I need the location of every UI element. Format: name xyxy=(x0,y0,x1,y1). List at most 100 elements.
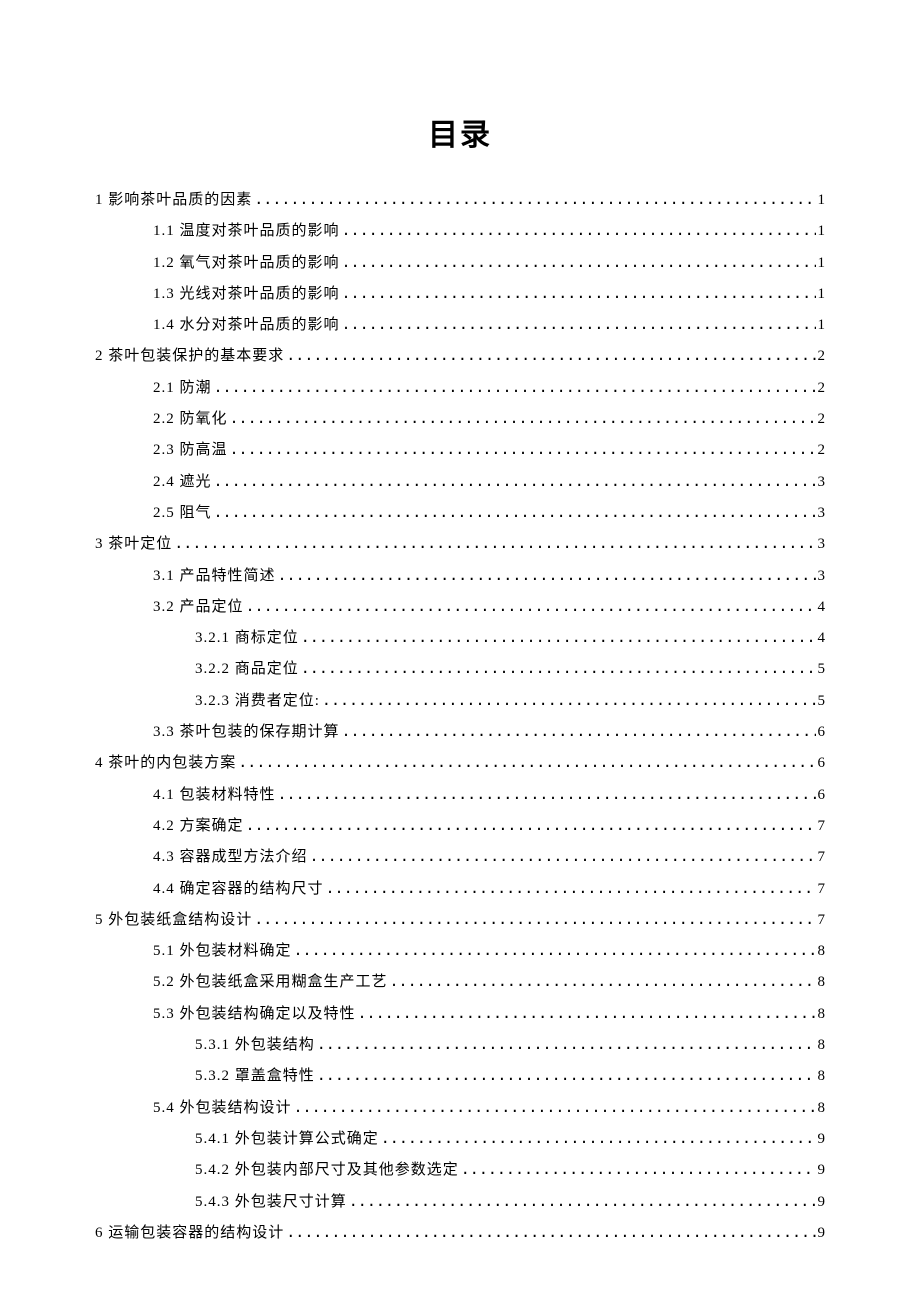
toc-entry-label: 1.4 水分对茶叶品质的影响 xyxy=(153,310,340,340)
toc-entry-label: 5.3 外包装结构确定以及特性 xyxy=(153,999,356,1029)
toc-entry-page: 3 xyxy=(818,529,826,559)
toc-entry: 3.3 茶叶包装的保存期计算6 xyxy=(95,716,825,747)
toc-entry-leader xyxy=(278,779,816,809)
toc-entry: 5.3.2 罩盖盒特性 8 xyxy=(95,1060,825,1091)
toc-entry-page: 9 xyxy=(818,1124,826,1154)
toc-entry-page: 8 xyxy=(818,1093,826,1123)
toc-entry-label: 4 茶叶的内包装方案 xyxy=(95,748,236,778)
toc-entry: 5.3 外包装结构确定以及特性 8 xyxy=(95,998,825,1029)
toc-entry-page: 1 xyxy=(818,310,826,340)
toc-entry: 5.4.2 外包装内部尺寸及其他参数选定 9 xyxy=(95,1154,825,1185)
toc-entry-label: 5.2 外包装纸盒采用糊盒生产工艺 xyxy=(153,967,388,997)
toc-entry-page: 2 xyxy=(818,404,826,434)
toc-entry-page: 8 xyxy=(818,1030,826,1060)
toc-entry: 2.2 防氧化2 xyxy=(95,403,825,434)
toc-entry-leader xyxy=(294,935,816,965)
toc-entry-leader xyxy=(230,403,816,433)
toc-entry-leader xyxy=(246,810,816,840)
toc-entry-label: 5.1 外包装材料确定 xyxy=(153,936,292,966)
toc-entry-leader xyxy=(322,685,816,715)
toc-entry: 2.4 遮光3 xyxy=(95,466,825,497)
toc-entry-leader xyxy=(174,528,815,558)
toc-entry-page: 2 xyxy=(818,373,826,403)
toc-entry-leader xyxy=(230,434,816,464)
toc-entry-page: 4 xyxy=(818,592,826,622)
toc-entry-leader xyxy=(294,1092,816,1122)
toc-entry-label: 3 茶叶定位 xyxy=(95,529,172,559)
toc-entry: 1 影响茶叶品质的因素1 xyxy=(95,184,825,215)
toc-entry-leader xyxy=(286,340,815,370)
toc-entry-page: 9 xyxy=(818,1187,826,1217)
toc-entry-page: 3 xyxy=(818,561,826,591)
toc-entry-leader xyxy=(254,904,815,934)
toc-entry: 1.1 温度对茶叶品质的影响 1 xyxy=(95,215,825,246)
toc-entry-label: 1.3 光线对茶叶品质的影响 xyxy=(153,279,340,309)
toc-entry-leader xyxy=(342,215,816,245)
toc-entry-page: 1 xyxy=(818,248,826,278)
toc-entry-leader xyxy=(286,1217,815,1247)
toc-entry-leader xyxy=(317,1029,816,1059)
toc-entry: 3.2 产品定位4 xyxy=(95,591,825,622)
toc-entry-leader xyxy=(349,1186,816,1216)
toc-entry: 4.1 包装材料特性 6 xyxy=(95,779,825,810)
toc-entry: 4.3 容器成型方法介绍7 xyxy=(95,841,825,872)
toc-entry-leader xyxy=(214,497,816,527)
toc-entry-page: 3 xyxy=(818,498,826,528)
toc-entry-label: 1.1 温度对茶叶品质的影响 xyxy=(153,216,340,246)
toc-entry-label: 5.3.1 外包装结构 xyxy=(195,1030,315,1060)
toc-entry-page: 9 xyxy=(818,1155,826,1185)
toc-entry-leader xyxy=(381,1123,816,1153)
toc-entry-label: 5.4.1 外包装计算公式确定 xyxy=(195,1124,379,1154)
toc-entry: 5 外包装纸盒结构设计7 xyxy=(95,904,825,935)
toc-entry-label: 4.1 包装材料特性 xyxy=(153,780,276,810)
toc-entry-label: 5.3.2 罩盖盒特性 xyxy=(195,1061,315,1091)
toc-entry: 5.4 外包装结构设计 8 xyxy=(95,1092,825,1123)
toc-entry-leader xyxy=(254,184,815,214)
toc-entry-label: 3.2.1 商标定位 xyxy=(195,623,299,653)
toc-entry-page: 6 xyxy=(818,717,826,747)
toc-entry-leader xyxy=(301,653,816,683)
toc-entry-leader xyxy=(342,716,816,746)
toc-entry-leader xyxy=(310,841,816,871)
toc-entry: 5.1 外包装材料确定 8 xyxy=(95,935,825,966)
toc-entry-leader xyxy=(214,466,816,496)
toc-entry: 1.3 光线对茶叶品质的影响 1 xyxy=(95,278,825,309)
toc-entry-page: 8 xyxy=(818,936,826,966)
toc-entry-leader xyxy=(342,278,816,308)
toc-entry-page: 5 xyxy=(818,686,826,716)
toc-entry-label: 2.3 防高温 xyxy=(153,435,228,465)
toc-entry-label: 3.1 产品特性简述 xyxy=(153,561,276,591)
toc-entry-label: 4.3 容器成型方法介绍 xyxy=(153,842,308,872)
toc-entry-page: 1 xyxy=(818,279,826,309)
toc-entry-label: 3.2.2 商品定位 xyxy=(195,654,299,684)
toc-entry-page: 7 xyxy=(818,811,826,841)
toc-entry-leader xyxy=(390,966,816,996)
toc-container: 1 影响茶叶品质的因素11.1 温度对茶叶品质的影响 11.2 氧气对茶叶品质的… xyxy=(95,184,825,1248)
toc-entry: 2.5 阻气3 xyxy=(95,497,825,528)
toc-entry-page: 8 xyxy=(818,999,826,1029)
toc-entry-page: 5 xyxy=(818,654,826,684)
toc-entry-label: 5 外包装纸盒结构设计 xyxy=(95,905,252,935)
toc-entry-page: 6 xyxy=(818,780,826,810)
toc-entry-label: 1.2 氧气对茶叶品质的影响 xyxy=(153,248,340,278)
toc-entry-label: 4.4 确定容器的结构尺寸 xyxy=(153,874,324,904)
toc-entry: 3 茶叶定位 3 xyxy=(95,528,825,559)
toc-entry: 5.2 外包装纸盒采用糊盒生产工艺8 xyxy=(95,966,825,997)
toc-entry-label: 5.4 外包装结构设计 xyxy=(153,1093,292,1123)
toc-entry-leader xyxy=(326,873,816,903)
toc-entry-page: 7 xyxy=(818,874,826,904)
toc-entry-page: 1 xyxy=(818,185,826,215)
toc-entry: 2.1 防潮2 xyxy=(95,372,825,403)
toc-entry-label: 3.2.3 消费者定位: xyxy=(195,686,320,716)
toc-entry: 1.2 氧气对茶叶品质的影响 1 xyxy=(95,247,825,278)
toc-entry: 1.4 水分对茶叶品质的影响 1 xyxy=(95,309,825,340)
toc-entry-leader xyxy=(317,1060,816,1090)
toc-entry-page: 9 xyxy=(818,1218,826,1248)
toc-entry-page: 8 xyxy=(818,1061,826,1091)
toc-title: 目录 xyxy=(95,110,825,154)
toc-entry: 5.4.3 外包装尺寸计算 9 xyxy=(95,1186,825,1217)
toc-entry: 2.3 防高温2 xyxy=(95,434,825,465)
toc-entry-leader xyxy=(278,560,816,590)
toc-entry: 4.4 确定容器的结构尺寸 7 xyxy=(95,873,825,904)
toc-entry-label: 5.4.2 外包装内部尺寸及其他参数选定 xyxy=(195,1155,459,1185)
